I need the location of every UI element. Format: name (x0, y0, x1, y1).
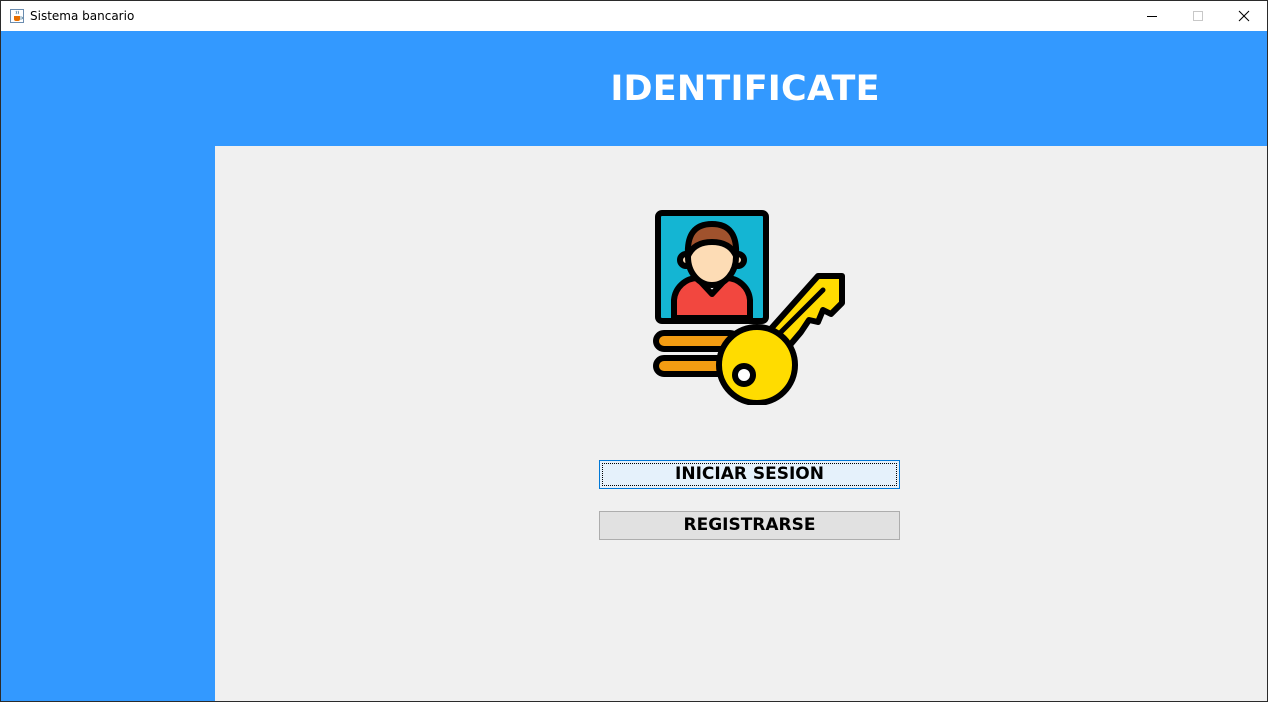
maximize-button[interactable] (1175, 1, 1221, 31)
id-card-key-icon (653, 210, 845, 405)
close-icon (1238, 10, 1250, 22)
java-cup-icon (10, 9, 24, 23)
login-button-label: INICIAR SESION (675, 464, 824, 484)
title-bar[interactable]: Sistema bancario (1, 1, 1267, 31)
login-panel: INICIAR SESION REGISTRARSE (215, 146, 1267, 701)
minimize-button[interactable] (1129, 1, 1175, 31)
register-button-label: REGISTRARSE (683, 515, 816, 535)
login-button[interactable]: INICIAR SESION (599, 460, 900, 489)
minimize-icon (1147, 16, 1157, 17)
window-title: Sistema bancario (30, 9, 135, 23)
maximize-icon (1193, 11, 1203, 21)
page-title: IDENTIFICATE (610, 69, 880, 109)
main-content: IDENTIFICATE INICIAR SESION REGISTRARSE (1, 31, 1267, 701)
register-button[interactable]: REGISTRARSE (599, 511, 900, 540)
app-window: Sistema bancario IDENTIFICATE INICIAR SE… (0, 0, 1268, 702)
close-button[interactable] (1221, 1, 1267, 31)
